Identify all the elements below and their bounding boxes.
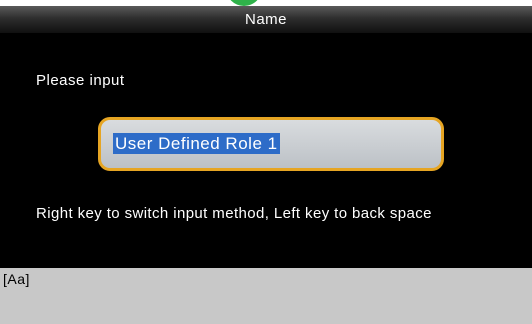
input-method-bar: [Aa] bbox=[0, 268, 532, 324]
title-bar: Name bbox=[0, 6, 532, 34]
name-input[interactable]: User Defined Role 1 bbox=[98, 117, 444, 171]
input-prompt-label: Please input bbox=[36, 72, 125, 89]
input-hint-text: Right key to switch input method, Left k… bbox=[36, 205, 432, 222]
name-input-value[interactable]: User Defined Role 1 bbox=[113, 133, 280, 154]
input-mode-indicator: [Aa] bbox=[3, 271, 30, 287]
page-title: Name bbox=[244, 11, 287, 28]
device-screen: Name Please input User Defined Role 1 Ri… bbox=[0, 0, 532, 324]
